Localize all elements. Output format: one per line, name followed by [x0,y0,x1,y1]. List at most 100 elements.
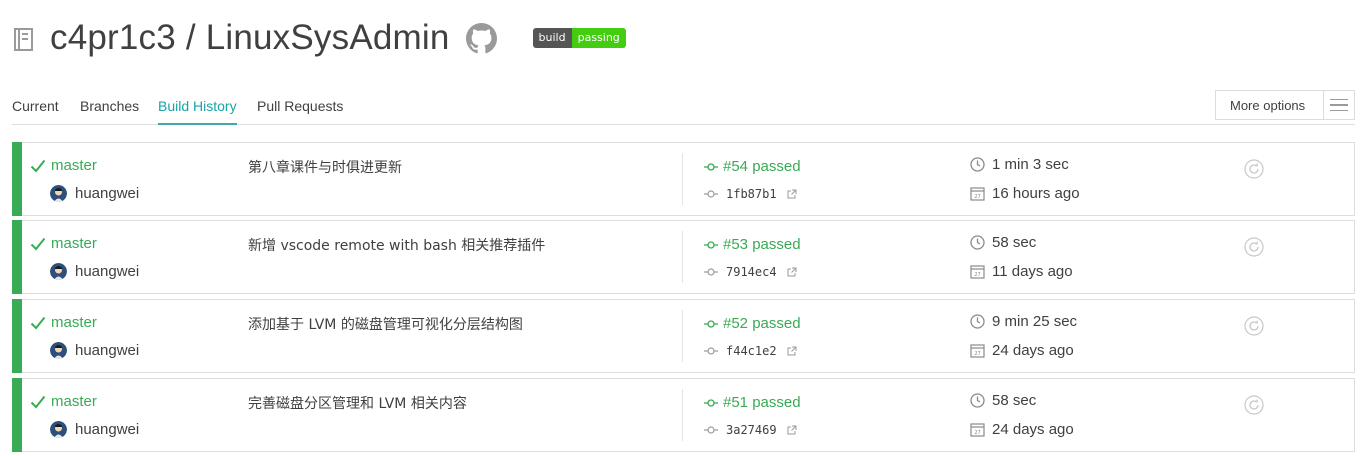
commit-icon [704,162,718,171]
build-finished: 27 11 days ago [970,263,1073,280]
build-duration: 9 min 25 sec [970,313,1077,330]
commit-sha-link[interactable]: f44c1e2 [704,344,797,358]
svg-text:27: 27 [974,430,980,436]
branch-link[interactable]: master [30,157,97,174]
clock-icon [970,235,985,250]
calendar-icon: 27 [970,423,985,437]
commit-author: huangwei [50,421,139,438]
calendar-icon: 27 [970,265,985,279]
build-status-stripe [12,299,22,373]
commit-sha: 7914ec4 [726,265,777,279]
commit-icon [704,240,718,249]
build-row[interactable]: master huangwei 完善磁盘分区管理和 LVM 相关内容 #51 p… [12,378,1355,452]
external-link-icon [787,425,797,435]
build-row[interactable]: master huangwei 添加基于 LVM 的磁盘管理可视化分层结构图 #… [12,299,1355,373]
avatar [50,185,67,202]
check-icon [30,159,46,172]
external-link-icon [787,346,797,356]
column-divider [682,389,683,441]
build-number: #53 passed [723,236,801,253]
build-finished: 27 24 days ago [970,421,1074,438]
clock-icon [970,157,985,172]
commit-message: 添加基于 LVM 的磁盘管理可视化分层结构图 [248,317,523,333]
duration-value: 1 min 3 sec [992,156,1069,173]
build-finished: 27 16 hours ago [970,185,1080,202]
hamburger-menu-icon[interactable] [1323,91,1354,119]
svg-text:27: 27 [974,194,980,200]
tab-current[interactable]: Current [12,98,59,114]
commit-author: huangwei [50,185,139,202]
avatar [50,421,67,438]
build-number-link[interactable]: #53 passed [704,236,801,253]
commit-icon [704,347,718,355]
author-name: huangwei [75,342,140,359]
restart-build-icon[interactable] [1244,395,1264,415]
more-options-button[interactable]: More options [1215,90,1355,120]
restart-build-icon[interactable] [1244,316,1264,336]
repo-owner: c4pr1c3 [50,18,176,57]
duration-value: 58 sec [992,234,1037,251]
commit-icon [704,398,718,407]
commit-author: huangwei [50,263,139,280]
calendar-icon: 27 [970,344,985,358]
build-number-link[interactable]: #51 passed [704,394,801,411]
github-icon[interactable] [465,22,497,54]
tab-branches[interactable]: Branches [80,98,139,114]
author-name: huangwei [75,185,140,202]
column-divider [682,153,683,205]
commit-icon [704,190,718,198]
commit-sha: 1fb87b1 [726,187,777,201]
branch-link[interactable]: master [30,235,97,252]
author-name: huangwei [75,263,140,280]
build-number-link[interactable]: #54 passed [704,158,801,175]
commit-icon [704,426,718,434]
clock-icon [970,393,985,408]
commit-author: huangwei [50,342,139,359]
build-status-badge[interactable]: build passing [532,28,626,48]
commit-sha-link[interactable]: 1fb87b1 [704,187,797,201]
commit-sha: f44c1e2 [726,344,777,358]
commit-sha-link[interactable]: 7914ec4 [704,265,797,279]
build-duration: 1 min 3 sec [970,156,1069,173]
badge-label: build [532,28,572,48]
finished-value: 24 days ago [992,342,1074,359]
column-divider [682,231,683,283]
commit-message: 新增 vscode remote with bash 相关推荐插件 [248,238,546,254]
tab-build-history[interactable]: Build History [158,98,237,125]
finished-value: 16 hours ago [992,185,1080,202]
repo-separator: / [175,18,206,57]
branch-link[interactable]: master [30,314,97,331]
svg-text:27: 27 [974,272,980,278]
repo-tabs: Current Branches Build History Pull Requ… [12,90,1355,125]
commit-icon [704,268,718,276]
commit-sha-link[interactable]: 3a27469 [704,423,797,437]
tab-pull-requests[interactable]: Pull Requests [257,98,343,114]
repo-book-icon [14,28,33,51]
build-status-stripe [12,220,22,294]
build-number: #52 passed [723,315,801,332]
build-number: #54 passed [723,158,801,175]
branch-link[interactable]: master [30,393,97,410]
repo-name: LinuxSysAdmin [205,18,450,57]
build-finished: 27 24 days ago [970,342,1074,359]
restart-build-icon[interactable] [1244,237,1264,257]
calendar-icon: 27 [970,187,985,201]
branch-name: master [51,235,97,252]
repo-title[interactable]: c4pr1c3 / LinuxSysAdmin [50,18,450,58]
clock-icon [970,314,985,329]
build-number: #51 passed [723,394,801,411]
finished-value: 11 days ago [992,263,1073,280]
duration-value: 58 sec [992,392,1037,409]
commit-message: 第八章课件与时俱进更新 [248,160,402,176]
external-link-icon [787,267,797,277]
build-row[interactable]: master huangwei 第八章课件与时俱进更新 #54 passed 1… [12,142,1355,216]
restart-build-icon[interactable] [1244,159,1264,179]
build-row[interactable]: master huangwei 新增 vscode remote with ba… [12,220,1355,294]
check-icon [30,237,46,250]
avatar [50,263,67,280]
svg-text:27: 27 [974,351,980,357]
build-number-link[interactable]: #52 passed [704,315,801,332]
build-duration: 58 sec [970,392,1036,409]
column-divider [682,310,683,362]
avatar [50,342,67,359]
